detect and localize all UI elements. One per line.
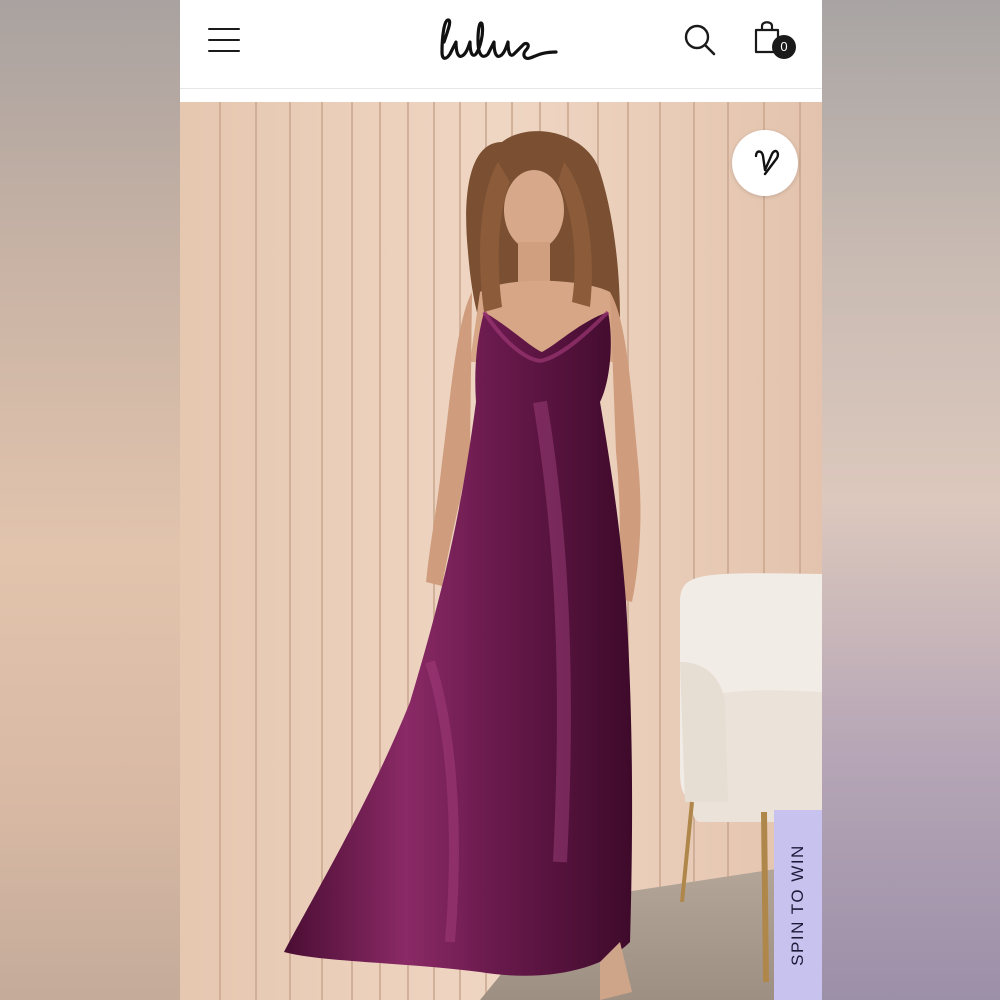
blurred-background-left (0, 0, 180, 1000)
phone-screen: 0 SPIN TO WIN (180, 0, 822, 1000)
search-button[interactable] (682, 22, 718, 58)
heart-outline-icon (754, 149, 780, 176)
site-header: 0 (180, 0, 822, 89)
menu-button[interactable] (208, 26, 242, 54)
product-image[interactable]: SPIN TO WIN (180, 102, 822, 1000)
cart-button[interactable]: 0 (752, 18, 798, 64)
cart-count-badge: 0 (772, 35, 796, 59)
spin-to-win-label: SPIN TO WIN (788, 844, 807, 966)
product-photo (180, 102, 822, 1000)
lulus-logo[interactable] (434, 8, 564, 72)
spin-to-win-tab[interactable]: SPIN TO WIN (774, 810, 822, 1000)
favorite-button[interactable] (732, 130, 798, 196)
search-icon (684, 24, 716, 56)
blurred-background-right (822, 0, 1000, 1000)
